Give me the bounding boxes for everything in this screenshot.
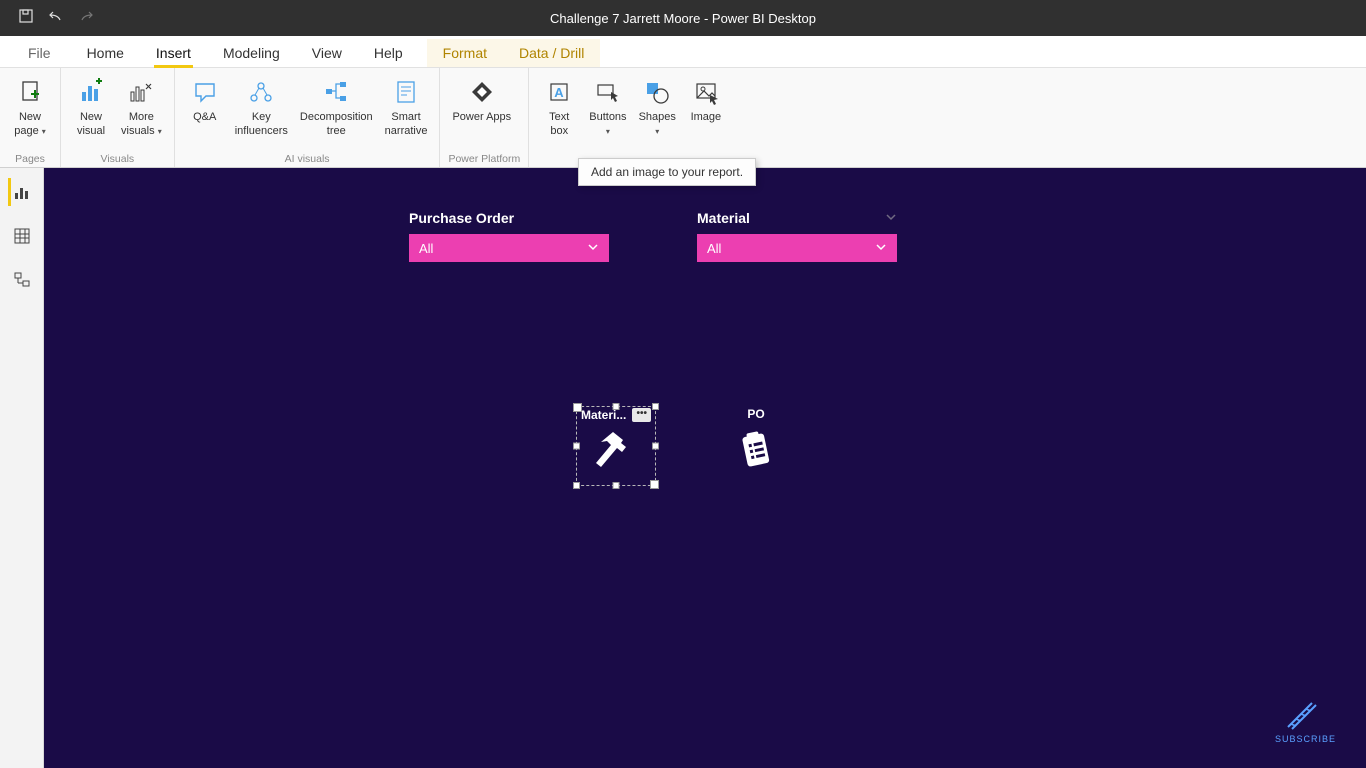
slicer-dropdown-material[interactable]: All: [697, 234, 897, 262]
image-button[interactable]: Image: [684, 74, 728, 126]
shapes-label: Shapes▾: [639, 110, 676, 139]
more-visuals-icon: [125, 76, 157, 108]
ribbon: New page ▾ Pages New visual More visuals…: [0, 68, 1366, 168]
dna-icon: [1282, 699, 1328, 731]
smart-narrative-icon: [390, 76, 422, 108]
tab-modeling[interactable]: Modeling: [207, 39, 296, 67]
report-view-button[interactable]: [8, 178, 36, 206]
text-box-button[interactable]: A Text box: [537, 74, 581, 140]
new-page-icon: [14, 76, 46, 108]
qna-label: Q&A: [193, 110, 216, 124]
buttons-button[interactable]: Buttons▾: [585, 74, 630, 141]
app-title: Challenge 7 Jarrett Moore - Power BI Des…: [550, 11, 816, 26]
text-box-label: Text box: [549, 110, 569, 138]
report-canvas[interactable]: Purchase Order All Material All Materi..…: [44, 168, 1366, 768]
ribbon-group-elements: A Text box Buttons▾ Shapes▾ Image: [529, 68, 736, 167]
left-rail: [0, 168, 44, 768]
qna-icon: [189, 76, 221, 108]
visual-header-po: PO: [716, 406, 796, 422]
decomposition-tree-label: Decomposition tree: [300, 110, 373, 138]
visual-material[interactable]: Materi... •••: [576, 406, 656, 486]
new-visual-button[interactable]: New visual: [69, 74, 113, 140]
slicer-value-po: All: [419, 241, 433, 256]
slicer-value-material: All: [707, 241, 721, 256]
tooltip-image: Add an image to your report.: [578, 158, 756, 186]
tab-file[interactable]: File: [12, 39, 71, 67]
qna-button[interactable]: Q&A: [183, 74, 227, 126]
ribbon-group-name-pp: Power Platform: [448, 151, 520, 165]
ribbon-group-ai-visuals: Q&A Key influencers Decomposition tree S…: [175, 68, 441, 167]
text-box-icon: A: [543, 76, 575, 108]
ribbon-group-power-platform: Power Apps Power Platform: [440, 68, 529, 167]
new-visual-label: New visual: [77, 110, 105, 138]
hammer-icon: [577, 423, 655, 481]
chevron-down-icon: [875, 241, 887, 256]
chevron-down-icon[interactable]: [885, 210, 897, 226]
menubar: File Home Insert Modeling View Help Form…: [0, 36, 1366, 68]
tab-format[interactable]: Format: [427, 39, 503, 67]
ribbon-group-name-pages: Pages: [8, 151, 52, 165]
shapes-icon: [641, 76, 673, 108]
image-icon: [690, 76, 722, 108]
tab-insert[interactable]: Insert: [140, 39, 207, 67]
buttons-label: Buttons▾: [589, 110, 626, 139]
more-visuals-label: More visuals ▾: [121, 110, 162, 139]
key-influencers-label: Key influencers: [235, 110, 288, 138]
new-visual-icon: [75, 76, 107, 108]
ribbon-group-name-ai: AI visuals: [183, 151, 432, 165]
tab-data-drill[interactable]: Data / Drill: [503, 39, 600, 67]
visual-more-menu[interactable]: •••: [632, 408, 651, 422]
new-page-label: New page ▾: [14, 110, 46, 139]
more-visuals-button[interactable]: More visuals ▾: [117, 74, 166, 141]
chevron-down-icon: [587, 241, 599, 256]
power-apps-icon: [466, 76, 498, 108]
new-page-button[interactable]: New page ▾: [8, 74, 52, 141]
save-icon[interactable]: [18, 8, 34, 29]
model-view-button[interactable]: [8, 266, 36, 294]
clipboard-icon: [716, 422, 796, 480]
power-apps-button[interactable]: Power Apps: [448, 74, 515, 126]
titlebar: Challenge 7 Jarrett Moore - Power BI Des…: [0, 0, 1366, 36]
smart-narrative-button[interactable]: Smart narrative: [381, 74, 432, 140]
subscribe-text: SUBSCRIBE: [1275, 734, 1336, 744]
ribbon-group-visuals: New visual More visuals ▾ Visuals: [61, 68, 175, 167]
shapes-button[interactable]: Shapes▾: [635, 74, 680, 141]
ribbon-group-pages: New page ▾ Pages: [0, 68, 61, 167]
smart-narrative-label: Smart narrative: [385, 110, 428, 138]
power-apps-label: Power Apps: [452, 110, 511, 124]
key-influencers-icon: [245, 76, 277, 108]
redo-icon[interactable]: [78, 8, 94, 29]
slicer-label-material: Material: [697, 210, 897, 226]
decomposition-tree-icon: [320, 76, 352, 108]
visual-title-po: PO: [747, 407, 764, 421]
slicer-label-po: Purchase Order: [409, 210, 609, 226]
visual-title-material: Materi...: [581, 408, 626, 422]
tab-help[interactable]: Help: [358, 39, 419, 67]
decomposition-tree-button[interactable]: Decomposition tree: [296, 74, 377, 140]
key-influencers-button[interactable]: Key influencers: [231, 74, 292, 140]
image-label: Image: [691, 110, 722, 124]
slicer-purchase-order: Purchase Order All: [409, 210, 609, 262]
subscribe-watermark: SUBSCRIBE: [1275, 699, 1336, 744]
data-view-button[interactable]: [8, 222, 36, 250]
ribbon-group-name-visuals: Visuals: [69, 151, 166, 165]
tab-view[interactable]: View: [296, 39, 358, 67]
buttons-icon: [592, 76, 624, 108]
slicer-material: Material All: [697, 210, 897, 262]
svg-text:A: A: [555, 85, 565, 100]
tab-home[interactable]: Home: [71, 39, 140, 67]
slicer-dropdown-po[interactable]: All: [409, 234, 609, 262]
undo-icon[interactable]: [48, 8, 64, 29]
visual-po[interactable]: PO: [716, 406, 796, 486]
